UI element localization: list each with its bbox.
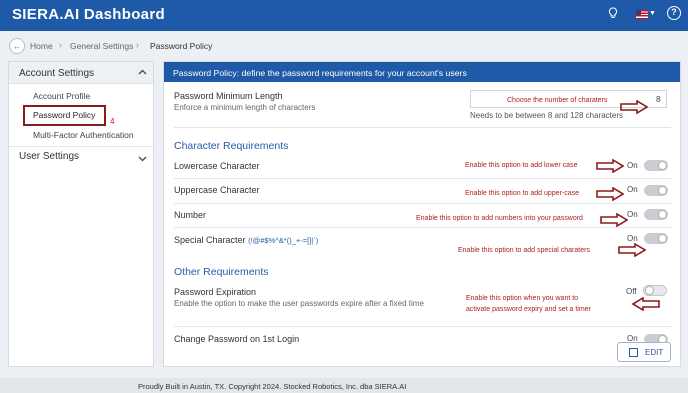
- uppercase-state: On: [627, 185, 638, 194]
- special-character-text: Special Character: [174, 235, 246, 245]
- help-icon[interactable]: ?: [667, 6, 681, 20]
- edit-icon: [629, 348, 638, 357]
- divider: [174, 203, 671, 204]
- special-character-label: Special Character (!@#$%^&*()_+-=[]|`): [174, 235, 318, 245]
- divider: [174, 178, 671, 179]
- annotation-arrow-icon: [596, 187, 624, 201]
- annotation-note: Enable this option to add upper-case: [465, 190, 580, 197]
- annotation-note: Enable this option to add lower case: [465, 162, 578, 169]
- password-policy-panel: Password Policy: define the password req…: [163, 61, 681, 367]
- sidebar-item-user-settings[interactable]: User Settings: [19, 151, 79, 162]
- annotation-note: activate password expiry and set a timer: [466, 306, 591, 313]
- edit-button[interactable]: EDIT: [617, 342, 671, 362]
- annotation-arrow-icon: [596, 159, 624, 173]
- number-toggle[interactable]: [644, 209, 668, 220]
- breadcrumb-current: Password Policy: [150, 41, 213, 51]
- annotation-note: Enable this option to add numbers into y…: [416, 215, 583, 222]
- chevron-right-icon: ›: [136, 40, 139, 50]
- panel-header: Password Policy: define the password req…: [164, 62, 680, 82]
- min-length-subtitle: Enforce a minimum length of characters: [174, 103, 316, 112]
- edit-label: EDIT: [645, 348, 664, 357]
- footer-copyright: Proudly Built in Austin, TX. Copyright 2…: [138, 382, 407, 391]
- account-settings-label: Account Settings: [19, 68, 95, 79]
- us-flag-icon[interactable]: [636, 10, 648, 19]
- annotation-arrow-icon: [620, 100, 648, 114]
- chevron-up-icon[interactable]: [138, 68, 147, 77]
- lowercase-state: On: [627, 161, 638, 170]
- divider: [174, 127, 671, 128]
- other-requirements-title: Other Requirements: [174, 266, 269, 278]
- breadcrumb-home[interactable]: Home: [30, 41, 53, 51]
- lowercase-toggle[interactable]: [644, 160, 668, 171]
- chevron-down-icon[interactable]: [138, 155, 147, 164]
- annotation-note: Choose the number of charaters: [507, 97, 608, 104]
- annotation-arrow-icon: [618, 243, 646, 257]
- account-settings-header[interactable]: Account Settings: [9, 62, 153, 84]
- annotation-arrow-icon: [632, 297, 660, 311]
- password-expiration-toggle[interactable]: [643, 285, 667, 296]
- lowercase-label: Lowercase Character: [174, 161, 260, 171]
- special-character-toggle[interactable]: [644, 233, 668, 244]
- sidebar-item-password-policy[interactable]: Password Policy: [33, 110, 95, 120]
- uppercase-toggle[interactable]: [644, 185, 668, 196]
- number-label: Number: [174, 210, 207, 220]
- special-character-list: (!@#$%^&*()_+-=[]|`): [248, 236, 319, 245]
- settings-sidebar: Account Settings Account Profile Passwor…: [8, 61, 154, 367]
- step-number: 4: [110, 117, 115, 126]
- change-password-first-login-title: Change Password on 1st Login: [174, 334, 300, 344]
- footer: Proudly Built in Austin, TX. Copyright 2…: [0, 378, 688, 393]
- sidebar-item-mfa[interactable]: Multi-Factor Authentication: [33, 130, 134, 140]
- min-length-title: Password Minimum Length: [174, 91, 283, 101]
- number-state: On: [627, 210, 638, 219]
- top-navbar: SIERA.AI Dashboard ▼ ?: [0, 0, 688, 31]
- lightbulb-icon[interactable]: [608, 7, 618, 23]
- character-requirements-title: Character Requirements: [174, 140, 289, 152]
- special-character-state: On: [627, 234, 638, 243]
- annotation-note: Enable this option to add special charat…: [458, 247, 590, 254]
- annotation-note: Enable this option when you want to: [466, 295, 579, 302]
- divider: [174, 227, 671, 228]
- password-expiration-subtitle: Enable the option to make the user passw…: [174, 299, 424, 308]
- divider: [9, 146, 153, 147]
- uppercase-label: Uppercase Character: [174, 185, 260, 195]
- brand-logo[interactable]: SIERA.AI Dashboard: [12, 6, 165, 23]
- min-length-value: 8: [656, 94, 661, 104]
- panel-title: Password Policy: define the password req…: [173, 68, 467, 78]
- password-expiration-state: Off: [626, 287, 637, 296]
- annotation-arrow-icon: [600, 213, 628, 227]
- back-button[interactable]: ←: [9, 38, 25, 54]
- chevron-right-icon: ›: [59, 40, 62, 50]
- sidebar-item-account-profile[interactable]: Account Profile: [33, 91, 90, 101]
- chevron-down-icon[interactable]: ▼: [649, 10, 656, 17]
- min-length-hint: Needs to be between 8 and 128 characters: [470, 111, 623, 120]
- breadcrumb-general-settings[interactable]: General Settings: [70, 41, 133, 51]
- divider: [174, 326, 671, 327]
- password-expiration-title: Password Expiration: [174, 287, 257, 297]
